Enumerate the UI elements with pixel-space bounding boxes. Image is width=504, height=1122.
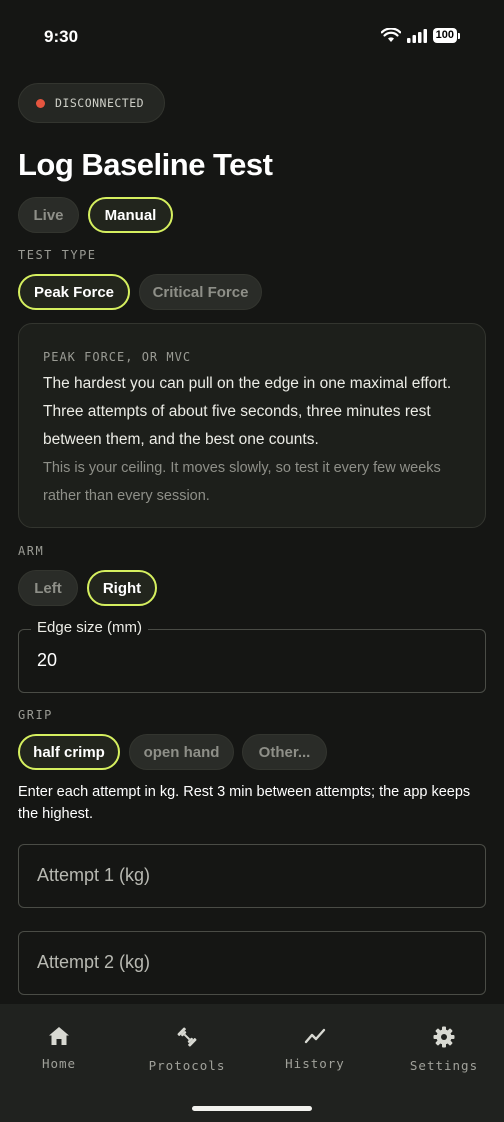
- tab-protocols[interactable]: Protocols: [132, 1026, 242, 1073]
- info-card-note: This is your ceiling. It moves slowly, s…: [43, 460, 441, 504]
- mode-manual-label: Manual: [104, 206, 157, 224]
- status-dot-icon: [36, 98, 45, 108]
- home-icon: [49, 1027, 69, 1045]
- grip-other-chip[interactable]: Other...: [242, 734, 327, 770]
- grip-half-crimp-chip[interactable]: half crimp: [18, 734, 120, 770]
- arm-left-label: Left: [34, 579, 62, 597]
- status-bar: 9:30 100: [0, 0, 504, 72]
- edge-size-value[interactable]: 20: [37, 650, 57, 671]
- arm-left-chip[interactable]: Left: [18, 570, 78, 606]
- connection-status-badge[interactable]: DISCONNECTED: [18, 83, 165, 123]
- tab-home-label: Home: [41, 1056, 77, 1071]
- tab-settings[interactable]: Settings: [389, 1026, 499, 1073]
- connection-status-label: DISCONNECTED: [55, 96, 145, 110]
- info-card-body: The hardest you can pull on the edge in …: [43, 375, 452, 448]
- mode-live-chip[interactable]: Live: [18, 197, 79, 233]
- trend-icon: [304, 1028, 326, 1044]
- status-time: 9:30: [44, 27, 79, 46]
- grip-open-hand-chip[interactable]: open hand: [129, 734, 234, 770]
- tab-history-label: History: [285, 1056, 345, 1071]
- grip-open-hand-label: open hand: [143, 743, 220, 761]
- edge-size-legend: Edge size (mm): [31, 619, 149, 636]
- tab-history[interactable]: History: [260, 1026, 370, 1071]
- grip-other-label: Other...: [258, 743, 311, 761]
- arm-right-chip[interactable]: Right: [87, 570, 157, 606]
- attempt-1-input[interactable]: Attempt 1 (kg): [18, 844, 486, 908]
- tab-settings-label: Settings: [409, 1058, 479, 1073]
- test-type-critical-force-chip[interactable]: Critical Force: [139, 274, 262, 310]
- arm-label: ARM: [18, 544, 45, 558]
- dumbbell-icon: [177, 1027, 197, 1047]
- tab-protocols-label: Protocols: [148, 1058, 226, 1073]
- edge-size-field[interactable]: Edge size (mm) 20: [18, 619, 486, 693]
- signal-icon: [406, 28, 427, 43]
- page-title: Log Baseline Test: [18, 147, 273, 182]
- gear-icon: [433, 1026, 455, 1048]
- test-type-label: TEST TYPE: [18, 248, 97, 262]
- home-indicator[interactable]: [192, 1106, 312, 1111]
- mode-manual-chip[interactable]: Manual: [88, 197, 173, 233]
- wifi-icon: [380, 28, 401, 42]
- arm-right-label: Right: [102, 579, 142, 597]
- test-type-peak-force-chip[interactable]: Peak Force: [18, 274, 130, 310]
- bottom-tab-bar: Home Protocols History Settings: [0, 1004, 504, 1122]
- attempt-2-input[interactable]: Attempt 2 (kg): [18, 931, 486, 995]
- battery-level: 100: [432, 28, 457, 43]
- test-info-card: PEAK FORCE, OR MVC The hardest you can p…: [18, 323, 486, 528]
- battery-icon: 100: [432, 28, 460, 43]
- mode-live-label: Live: [33, 206, 64, 224]
- tab-home[interactable]: Home: [4, 1026, 114, 1071]
- peak-force-label: Peak Force: [33, 283, 115, 301]
- grip-label: GRIP: [18, 708, 53, 722]
- attempt-helper-text: Enter each attempt in kg. Rest 3 min bet…: [18, 784, 471, 822]
- attempt-1-placeholder: Attempt 1 (kg): [37, 865, 151, 885]
- status-icons: 100: [380, 28, 460, 43]
- info-card-heading: PEAK FORCE, OR MVC: [43, 350, 192, 364]
- critical-force-label: Critical Force: [152, 283, 249, 301]
- grip-half-crimp-label: half crimp: [33, 743, 105, 761]
- attempt-2-placeholder: Attempt 2 (kg): [37, 952, 151, 972]
